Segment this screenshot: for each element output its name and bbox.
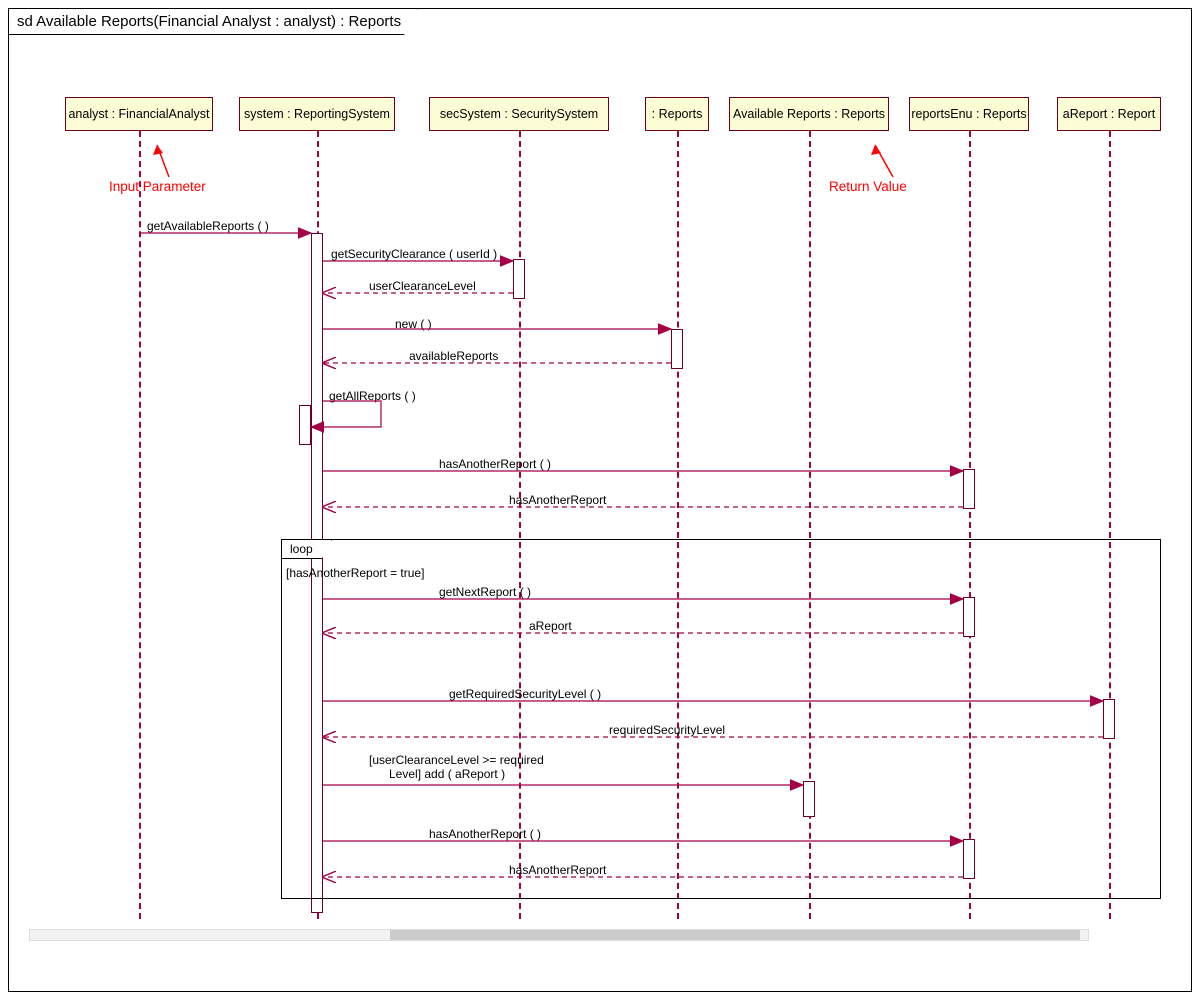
activation-secsystem bbox=[513, 259, 525, 299]
msg-hasanother-ret-2: hasAnotherReport bbox=[509, 863, 606, 877]
sequence-diagram-frame: sd Available Reports(Financial Analyst :… bbox=[8, 8, 1192, 992]
frame-title: sd Available Reports(Financial Analyst :… bbox=[17, 13, 401, 30]
msg-getavailablereports: getAvailableReports ( ) bbox=[147, 219, 269, 233]
msg-requiredlevel-ret: requiredSecurityLevel bbox=[609, 723, 725, 737]
lifeline-areport-label: aReport : Report bbox=[1063, 107, 1155, 121]
msg-getsecurityclearance: getSecurityClearance ( userId ) bbox=[331, 247, 497, 261]
lifeline-system[interactable]: system : ReportingSystem bbox=[239, 97, 395, 131]
lifeline-line-analyst bbox=[139, 131, 141, 919]
annotation-return-value: Return Value bbox=[829, 179, 907, 194]
activation-enu-1 bbox=[963, 469, 975, 509]
lifeline-secsystem[interactable]: secSystem : SecuritySystem bbox=[429, 97, 609, 131]
msg-add-guard-line2: Level] add ( aReport ) bbox=[389, 767, 505, 781]
lifeline-reports-label: : Reports bbox=[652, 107, 703, 121]
msg-hasanother-1: hasAnotherReport ( ) bbox=[439, 457, 551, 471]
msg-add-guard-line1: [userClearanceLevel >= required bbox=[369, 753, 544, 767]
lifeline-reports[interactable]: : Reports bbox=[645, 97, 709, 131]
lifeline-areport[interactable]: aReport : Report bbox=[1057, 97, 1161, 131]
lifeline-enu-label: reportsEnu : Reports bbox=[911, 107, 1026, 121]
horizontal-scrollbar[interactable] bbox=[29, 929, 1089, 941]
loop-guard: [hasAnotherReport = true] bbox=[286, 566, 424, 580]
lifeline-system-label: system : ReportingSystem bbox=[244, 107, 390, 121]
loop-operator-tab: loop bbox=[282, 540, 332, 559]
lifeline-analyst-label: analyst : FinancialAnalyst bbox=[68, 107, 209, 121]
msg-hasanother-ret-1: hasAnotherReport bbox=[509, 493, 606, 507]
lifeline-reportsenu[interactable]: reportsEnu : Reports bbox=[909, 97, 1029, 131]
lifeline-secsystem-label: secSystem : SecuritySystem bbox=[440, 107, 598, 121]
activation-system-self bbox=[299, 405, 311, 445]
annotation-input-parameter: Input Parameter bbox=[109, 179, 206, 194]
scrollbar-thumb[interactable] bbox=[390, 930, 1080, 940]
msg-getrequiredlevel: getRequiredSecurityLevel ( ) bbox=[449, 687, 601, 701]
lifeline-analyst[interactable]: analyst : FinancialAnalyst bbox=[65, 97, 213, 131]
loop-fragment[interactable]: loop [hasAnotherReport = true] bbox=[281, 539, 1161, 899]
msg-areport-ret: aReport bbox=[529, 619, 572, 633]
msg-hasanother-2: hasAnotherReport ( ) bbox=[429, 827, 541, 841]
msg-getnextreport: getNextReport ( ) bbox=[439, 585, 531, 599]
lifeline-available-label: Available Reports : Reports bbox=[733, 107, 885, 121]
loop-label: loop bbox=[290, 542, 313, 556]
msg-new: new ( ) bbox=[395, 317, 432, 331]
frame-title-tab: sd Available Reports(Financial Analyst :… bbox=[8, 8, 418, 35]
msg-availablereports: availableReports bbox=[409, 349, 498, 363]
msg-getallreports: getAllReports ( ) bbox=[329, 389, 416, 403]
lifeline-available-reports[interactable]: Available Reports : Reports bbox=[729, 97, 889, 131]
msg-userclearancelevel: userClearanceLevel bbox=[369, 279, 476, 293]
activation-reports bbox=[671, 329, 683, 369]
